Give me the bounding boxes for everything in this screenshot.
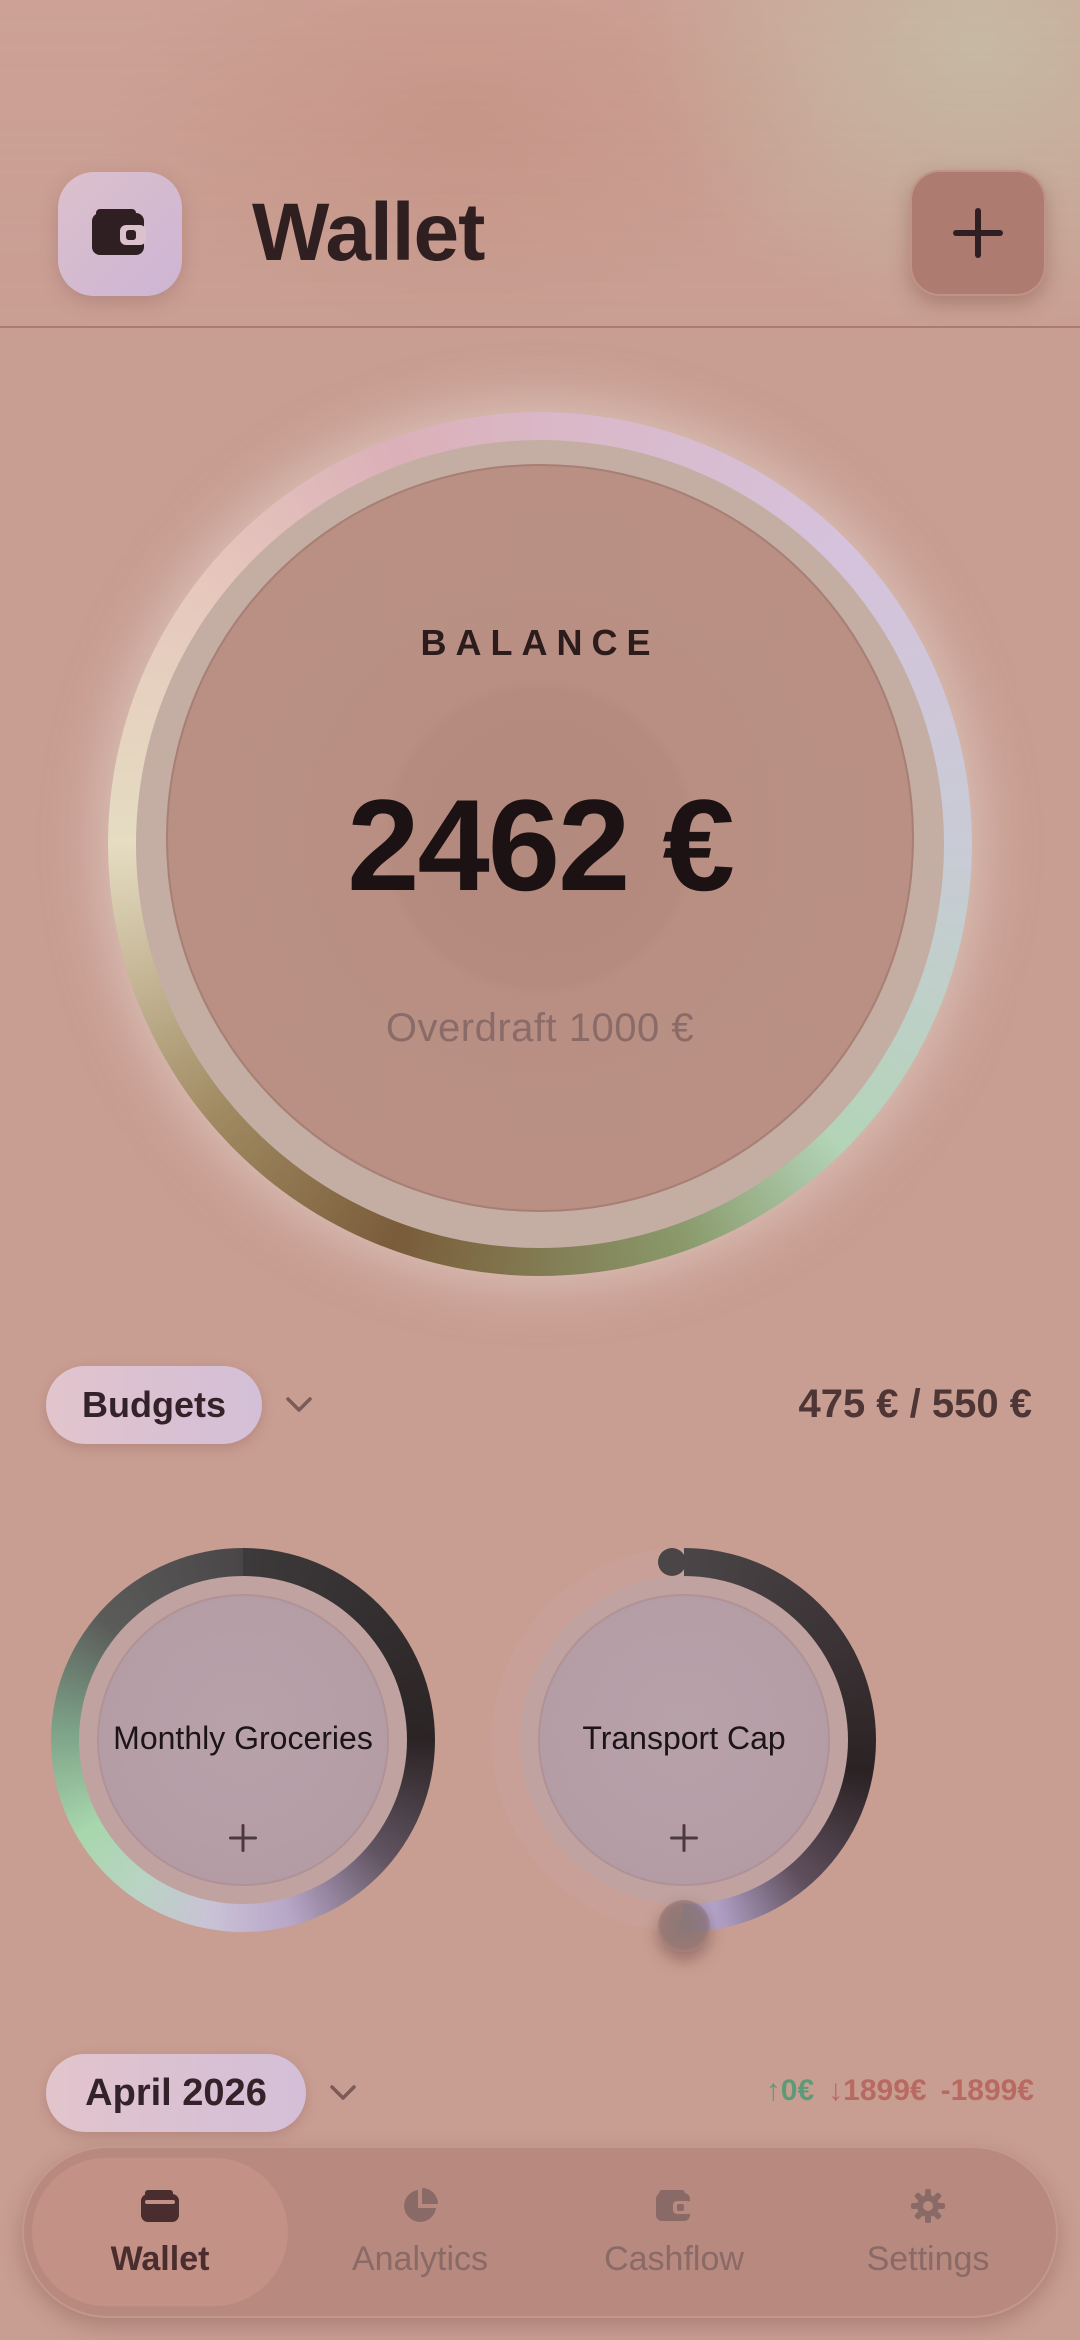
app-header: Wallet xyxy=(0,0,1080,328)
budgets-total: 475 € / 550 € xyxy=(798,1382,1032,1426)
month-cash-summary: ↑0€ ↓1899€ -1899€ xyxy=(766,2074,1034,2108)
month-selector[interactable]: April 2026 xyxy=(46,2054,306,2132)
nav-label: Analytics xyxy=(351,2239,489,2278)
budgets-toggle[interactable]: Budgets xyxy=(46,1366,262,1444)
budget-name: Monthly Groceries xyxy=(113,1720,373,1756)
plus-icon[interactable] xyxy=(223,1818,263,1858)
add-button[interactable] xyxy=(910,170,1046,296)
progress-end-cap xyxy=(658,1900,710,1952)
balance-amount: 2462 € xyxy=(347,772,735,918)
expense-value: ↓1899€ xyxy=(828,2074,927,2107)
pie-chart-icon xyxy=(404,2187,438,2222)
net-value: -1899€ xyxy=(940,2074,1034,2107)
plus-icon[interactable] xyxy=(664,1818,704,1858)
chevron-down-icon[interactable] xyxy=(284,1394,314,1416)
income-value: ↑0€ xyxy=(765,2074,815,2107)
plus-icon xyxy=(953,208,1003,258)
nav-label: Cashflow xyxy=(604,2239,744,2278)
bottom-nav: Wallet Analytics Cashflow Settings xyxy=(22,2146,1058,2318)
chevron-down-icon[interactable] xyxy=(328,2082,358,2104)
nav-item-analytics[interactable]: Analytics xyxy=(292,2158,548,2306)
budget-transport-cap[interactable]: Transport Cap xyxy=(492,1548,876,1952)
balance-label: BALANCE xyxy=(420,622,660,663)
wallet-icon xyxy=(656,2189,692,2221)
budget-monthly-groceries[interactable]: Monthly Groceries xyxy=(51,1548,435,1932)
wallet-icon xyxy=(141,2189,179,2222)
nav-label: Settings xyxy=(866,2239,990,2278)
nav-item-cashflow[interactable]: Cashflow xyxy=(546,2158,802,2306)
wallet-app-button[interactable] xyxy=(58,172,182,296)
nav-item-wallet[interactable]: Wallet xyxy=(32,2158,288,2306)
page-title: Wallet xyxy=(252,187,485,278)
overdraft-text: Overdraft 1000 € xyxy=(385,1006,695,1050)
progress-start-cap xyxy=(658,1548,686,1576)
wallet-icon xyxy=(92,209,146,255)
gear-icon xyxy=(911,2188,945,2223)
nav-item-settings[interactable]: Settings xyxy=(800,2158,1056,2306)
nav-label: Wallet xyxy=(110,2239,210,2278)
budget-name: Transport Cap xyxy=(582,1720,786,1756)
